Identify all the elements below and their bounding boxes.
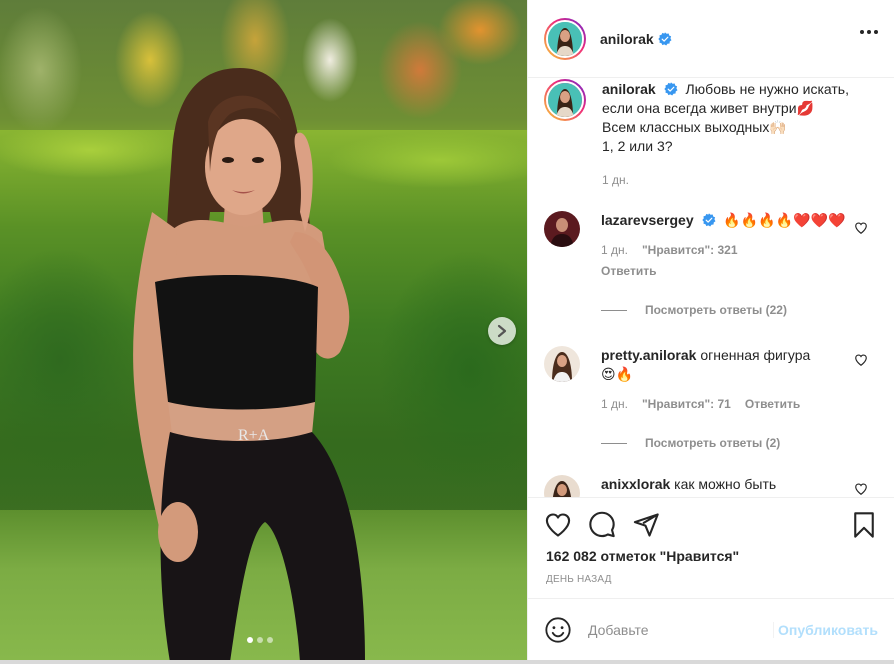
comments-list[interactable]: anilorak Любовь не нужно искать, если он… bbox=[528, 79, 894, 497]
caption: anilorak Любовь не нужно искать, если он… bbox=[528, 79, 894, 190]
comment-input[interactable] bbox=[588, 621, 774, 638]
replies-divider bbox=[601, 442, 627, 444]
heart-icon[interactable] bbox=[544, 511, 572, 539]
caption-avatar[interactable] bbox=[544, 79, 586, 121]
post-photo[interactable]: R+A bbox=[0, 0, 527, 660]
comment-likes[interactable]: "Нравится": 321 bbox=[642, 241, 738, 260]
caption-username[interactable]: anilorak bbox=[602, 81, 656, 97]
reply-button[interactable]: Ответить bbox=[745, 395, 800, 414]
carousel-dot bbox=[247, 637, 253, 643]
photo-subject: R+A bbox=[133, 68, 365, 660]
comment-time[interactable]: 1 дн. bbox=[601, 241, 628, 260]
window-bottom-edge bbox=[0, 660, 894, 664]
caption-time[interactable]: 1 дн. bbox=[602, 171, 629, 190]
commenter-avatar[interactable] bbox=[544, 346, 580, 382]
post-time[interactable]: ДЕНЬ НАЗАД bbox=[528, 564, 894, 585]
comment-text-emoji: 😍🔥 bbox=[601, 366, 634, 382]
comment-item: anixxlorak как можно быть bbox=[528, 475, 894, 497]
author-avatar-image bbox=[548, 21, 582, 56]
comment-text: 🔥🔥🔥🔥❤️❤️❤️ bbox=[723, 212, 846, 228]
author-username[interactable]: anilorak bbox=[600, 31, 654, 47]
post-header: anilorak bbox=[528, 0, 894, 78]
caption-line: Любовь не нужно искать, bbox=[685, 81, 849, 97]
heart-icon[interactable] bbox=[854, 482, 868, 496]
comment-item: pretty.anilorak огненная фигура 😍🔥 1 дн.… bbox=[528, 346, 894, 414]
chevron-right-icon bbox=[497, 324, 507, 338]
caption-line: 1, 2 или 3? bbox=[602, 138, 673, 154]
post-actions: 162 082 отметок "Нравится" ДЕНЬ НАЗАД bbox=[528, 497, 894, 598]
commenter-avatar[interactable] bbox=[544, 211, 580, 247]
verified-badge-icon bbox=[658, 31, 672, 45]
commenter-username[interactable]: anixxlorak bbox=[601, 476, 670, 492]
commenter-username[interactable]: lazarevsergey bbox=[601, 212, 694, 228]
view-replies-button[interactable]: Посмотреть ответы (2) bbox=[601, 436, 894, 450]
more-options-icon[interactable] bbox=[860, 30, 878, 34]
svg-text:R+A: R+A bbox=[238, 427, 270, 444]
heart-icon[interactable] bbox=[854, 353, 868, 367]
commenter-avatar[interactable] bbox=[544, 475, 580, 497]
publish-button[interactable]: Опубликовать bbox=[773, 621, 878, 638]
reply-button[interactable]: Ответить bbox=[601, 262, 656, 281]
comment-text: огненная фигура bbox=[700, 347, 811, 363]
author-avatar[interactable] bbox=[544, 17, 586, 60]
post-sidebar: anilorak anilorak Любовь не нужно искать… bbox=[527, 0, 894, 664]
carousel-dot bbox=[257, 637, 263, 643]
carousel-dots bbox=[247, 637, 273, 643]
verified-badge-icon bbox=[663, 82, 678, 96]
paper-plane-icon[interactable] bbox=[632, 511, 660, 539]
view-replies-label: Посмотреть ответы (2) bbox=[645, 436, 781, 450]
view-replies-label: Посмотреть ответы (22) bbox=[645, 303, 787, 317]
verified-badge-icon bbox=[701, 213, 716, 227]
add-comment-form: Опубликовать bbox=[528, 598, 894, 660]
comment-likes[interactable]: "Нравится": 71 bbox=[642, 395, 731, 414]
comment-icon[interactable] bbox=[588, 511, 616, 539]
smiley-icon[interactable] bbox=[544, 616, 572, 644]
heart-icon[interactable] bbox=[854, 221, 868, 235]
view-replies-button[interactable]: Посмотреть ответы (22) bbox=[601, 303, 894, 317]
comment-item: lazarevsergey 🔥🔥🔥🔥❤️❤️❤️ 1 дн. "Нравится… bbox=[528, 211, 894, 281]
caption-avatar-image bbox=[548, 83, 582, 117]
caption-line: Всем классных выходных🙌🏻 bbox=[602, 119, 787, 135]
bookmark-icon[interactable] bbox=[850, 511, 878, 539]
next-photo-button[interactable] bbox=[488, 317, 516, 345]
replies-divider bbox=[601, 309, 627, 311]
likes-count[interactable]: 162 082 отметок "Нравится" bbox=[528, 540, 894, 564]
caption-line: если она всегда живет внутри💋 bbox=[602, 100, 814, 116]
commenter-username[interactable]: pretty.anilorak bbox=[601, 347, 696, 363]
comment-text: как можно быть bbox=[674, 476, 777, 492]
comment-time[interactable]: 1 дн. bbox=[601, 395, 628, 414]
carousel-dot bbox=[267, 637, 273, 643]
